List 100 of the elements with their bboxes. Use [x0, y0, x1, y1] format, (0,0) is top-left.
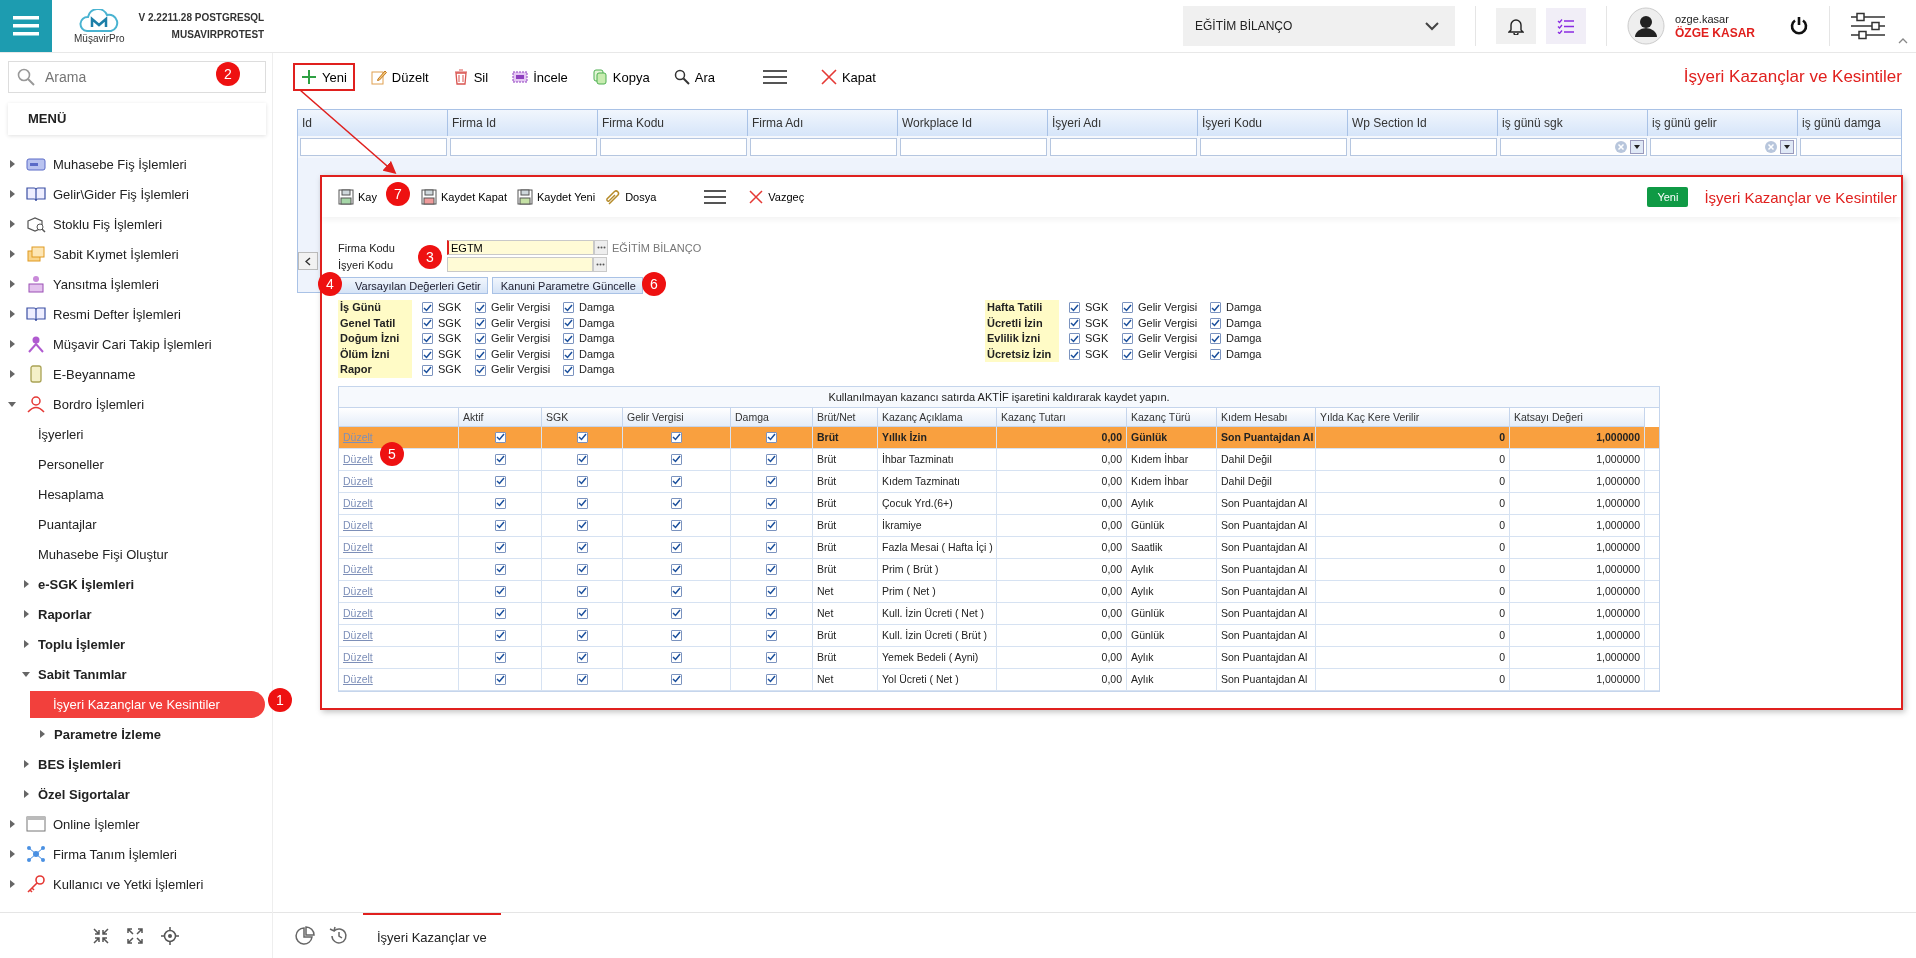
checkbox[interactable]: [563, 302, 574, 314]
checkbox[interactable]: [576, 585, 588, 597]
menu-group[interactable]: E-Beyanname: [53, 366, 136, 382]
checkbox[interactable]: [475, 333, 486, 345]
caret-right-icon[interactable]: [8, 190, 16, 198]
inspect-button[interactable]: İncele: [504, 63, 576, 91]
checkbox[interactable]: [494, 431, 506, 443]
checkbox[interactable]: [563, 317, 574, 329]
filter-field[interactable]: [599, 138, 747, 156]
code-field[interactable]: [447, 257, 593, 272]
checkbox[interactable]: [576, 453, 588, 465]
checkbox[interactable]: [1069, 317, 1080, 329]
edit-button[interactable]: Düzelt: [362, 63, 437, 91]
checkbox[interactable]: [563, 364, 574, 376]
table-row[interactable]: Düzelt Brüt Fazla Mesai ( Hafta İçi ) 0,00 Saatlik Son Puantajdan Al 0 1,000000: [339, 536, 1659, 559]
column-header[interactable]: Firma Id: [448, 110, 598, 136]
checkbox[interactable]: [1069, 333, 1080, 345]
checkbox[interactable]: [422, 333, 433, 345]
checkbox[interactable]: [494, 519, 506, 531]
scroll-left-button[interactable]: [298, 252, 318, 270]
expand-all-icon[interactable]: [127, 928, 143, 944]
checkbox[interactable]: [494, 629, 506, 641]
checkbox[interactable]: [766, 651, 777, 663]
menu-group[interactable]: Parametre İzleme: [54, 726, 161, 742]
table-row[interactable]: Düzelt Brüt Kıdem Tazminatı 0,00 Kıdem İhbar Dahil Değil 0 1,000000: [339, 470, 1659, 493]
checkbox[interactable]: [422, 302, 433, 314]
delete-button[interactable]: Sil: [444, 63, 497, 91]
checkbox[interactable]: [1210, 302, 1221, 314]
column-header[interactable]: Firma Kodu: [598, 110, 748, 136]
menu-group[interactable]: Firma Tanım İşlemleri: [53, 846, 177, 862]
filter-field[interactable]: [1199, 138, 1347, 156]
checkbox[interactable]: [576, 673, 588, 685]
column-header[interactable]: Firma Adı: [748, 110, 898, 136]
caret-right-icon[interactable]: [8, 880, 16, 888]
filter-field[interactable]: [449, 138, 597, 156]
checkbox[interactable]: [766, 585, 777, 597]
checkbox[interactable]: [576, 651, 588, 663]
checkbox[interactable]: [475, 317, 486, 329]
caret-right-icon[interactable]: [22, 610, 30, 618]
checkbox[interactable]: [1210, 349, 1221, 361]
caret-right-icon[interactable]: [8, 820, 16, 828]
checkbox[interactable]: [576, 497, 588, 509]
menu-icon[interactable]: [762, 69, 787, 85]
checkbox[interactable]: [494, 651, 506, 663]
checkbox[interactable]: [494, 475, 506, 487]
action-button[interactable]: Kanuni Parametre Güncelle: [491, 277, 643, 294]
checkbox[interactable]: [563, 349, 574, 361]
checkbox[interactable]: [671, 607, 682, 619]
task-list-button[interactable]: [1546, 8, 1586, 44]
table-row[interactable]: Düzelt Net Kull. İzin Ücreti ( Net ) 0,00 Günlük Son Puantajdan Al 0 1,000000: [339, 602, 1659, 625]
menu-group[interactable]: e-SGK İşlemleri: [38, 576, 135, 592]
settings-button[interactable]: [1850, 12, 1886, 40]
code-field[interactable]: EGTM: [447, 240, 594, 255]
column-header[interactable]: Wp Section Id: [1348, 110, 1498, 136]
menu-group[interactable]: Sabit Kıymet İşlemleri: [53, 246, 179, 262]
menu-group[interactable]: Stoklu Fiş İşlemleri: [53, 216, 163, 232]
table-row[interactable]: Düzelt Net Prim ( Net ) 0,00 Aylık Son Puantajdan Al 0 1,000000: [339, 580, 1659, 603]
menu-item[interactable]: Muhasebe Fişi Oluştur: [38, 546, 169, 562]
menu-item[interactable]: İşyeri Kazançlar ve Kesintiler: [30, 690, 265, 718]
company-select[interactable]: EĞİTİM BİLANÇO: [1183, 6, 1455, 46]
table-row[interactable]: Düzelt Brüt Kull. İzin Ücreti ( Brüt ) 0,00 Günlük Son Puantajdan Al 0 1,000000: [339, 624, 1659, 647]
checkbox[interactable]: [671, 497, 682, 509]
cancel-button[interactable]: Vazgeç: [746, 187, 807, 207]
caret-right-icon[interactable]: [38, 730, 46, 738]
filter-field[interactable]: [1049, 138, 1197, 156]
new-button[interactable]: Yeni: [293, 63, 355, 91]
caret-right-icon[interactable]: [8, 310, 16, 318]
checkbox[interactable]: [494, 541, 506, 553]
checkbox[interactable]: [766, 453, 777, 465]
checkbox[interactable]: [1122, 317, 1133, 329]
checkbox[interactable]: [576, 431, 588, 443]
page-tab[interactable]: İşyeri Kazançlar ve: [363, 913, 501, 958]
checkbox[interactable]: [766, 431, 777, 443]
history-icon[interactable]: [329, 926, 349, 946]
checkbox[interactable]: [766, 519, 777, 531]
checkbox[interactable]: [494, 563, 506, 575]
checkbox[interactable]: [475, 302, 486, 314]
caret-right-icon[interactable]: [8, 280, 16, 288]
table-row[interactable]: Düzelt Net Yol Ücreti ( Net ) 0,00 Aylık Son Puantajdan Al 0 1,000000: [339, 668, 1659, 691]
menu-group[interactable]: Sabit Tanımlar: [38, 666, 127, 682]
column-header[interactable]: iş günü damga: [1798, 110, 1901, 136]
caret-right-icon[interactable]: [8, 220, 16, 228]
checkbox[interactable]: [671, 585, 682, 597]
checkbox[interactable]: [1122, 302, 1133, 314]
copy-button[interactable]: Kopya: [583, 63, 658, 91]
menu-item[interactable]: Hesaplama: [38, 486, 104, 502]
collapse-all-icon[interactable]: [93, 928, 109, 944]
menu-group[interactable]: Online İşlemler: [53, 816, 140, 832]
caret-down-icon[interactable]: [22, 670, 30, 678]
file-button[interactable]: Dosya: [603, 187, 659, 207]
menu-item[interactable]: Puantajlar: [38, 516, 97, 532]
table-row[interactable]: Düzelt Brüt Yıllık İzin 0,00 Günlük Son Puantajdan Al 0 1,000000: [339, 426, 1659, 449]
checkbox[interactable]: [766, 673, 777, 685]
filter-field[interactable]: [299, 138, 447, 156]
caret-right-icon[interactable]: [22, 580, 30, 588]
table-row[interactable]: Düzelt Brüt Yemek Bedeli ( Ayni) 0,00 Aylık Son Puantajdan Al 0 1,000000: [339, 646, 1659, 669]
checkbox[interactable]: [671, 673, 682, 685]
checkbox[interactable]: [576, 475, 588, 487]
checkbox[interactable]: [1210, 333, 1221, 345]
checkbox[interactable]: [671, 563, 682, 575]
